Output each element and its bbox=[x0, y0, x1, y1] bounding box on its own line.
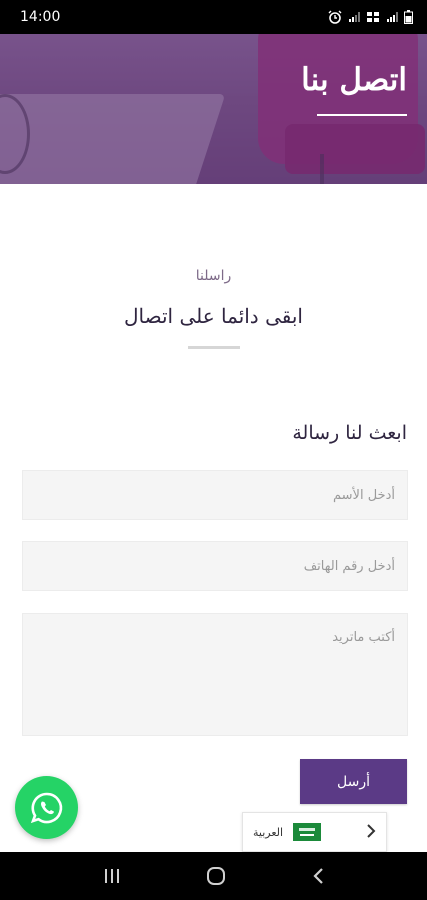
hero-tint bbox=[0, 34, 427, 184]
section-kicker: راسلنا bbox=[195, 268, 232, 284]
message-textarea[interactable]: أكتب ماتريد bbox=[22, 613, 408, 736]
section-title: ابقى دائما على اتصال bbox=[124, 304, 303, 328]
signal-icon bbox=[387, 12, 398, 22]
language-label: العربية bbox=[253, 825, 284, 839]
whatsapp-icon bbox=[30, 792, 62, 823]
status-time: 14:00 bbox=[20, 9, 61, 25]
whatsapp-button[interactable] bbox=[15, 776, 78, 839]
recent-apps-icon[interactable] bbox=[103, 868, 121, 884]
system-nav-bar bbox=[0, 852, 427, 900]
form-title: ابعث لنا رسالة bbox=[292, 422, 407, 444]
back-icon[interactable] bbox=[311, 867, 325, 885]
signal-icon bbox=[349, 12, 360, 22]
send-button[interactable]: أرسل bbox=[300, 759, 407, 804]
wifi-calling-icon bbox=[367, 12, 379, 22]
chevron-right-icon[interactable] bbox=[366, 823, 376, 842]
alarm-icon bbox=[328, 10, 342, 24]
page-title-underline bbox=[317, 114, 407, 116]
status-icons bbox=[328, 10, 413, 24]
language-switcher[interactable]: العربية bbox=[242, 812, 387, 852]
section-divider bbox=[188, 346, 240, 349]
name-input[interactable]: أدخل الأسم bbox=[22, 470, 408, 520]
saudi-flag-icon bbox=[293, 823, 322, 841]
status-bar: 14:00 bbox=[0, 0, 427, 34]
home-icon[interactable] bbox=[206, 866, 226, 886]
phone-input[interactable]: أدخل رقم الهاتف bbox=[22, 541, 408, 591]
hero-banner: اتصل بنا bbox=[0, 34, 427, 184]
battery-icon bbox=[404, 10, 413, 24]
page-title: اتصل بنا bbox=[301, 62, 407, 98]
